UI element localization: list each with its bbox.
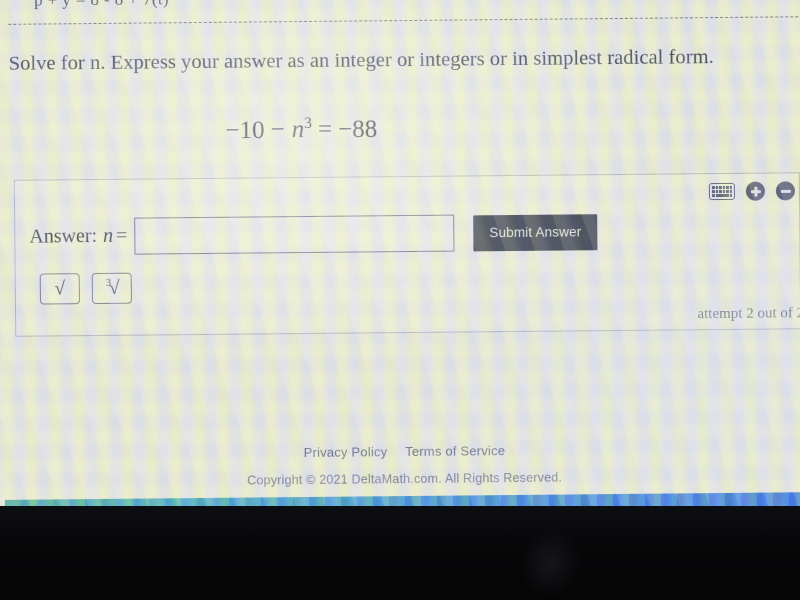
spacebar-key — [715, 193, 729, 198]
cut-off-text-top: p + y = 8 - 8 + 7(t) — [34, 0, 169, 11]
equation-variable: n — [291, 116, 305, 144]
monitor-screen: p + y = 8 - 8 + 7(t) Solve for n. Expres… — [0, 0, 800, 514]
key — [725, 185, 729, 189]
answer-panel: Answer: n = Submit Answer √ 3 √ attempt 2 o… — [13, 172, 800, 337]
cube-root-index: 3 — [106, 277, 112, 289]
key — [711, 194, 715, 198]
key — [711, 186, 715, 190]
equation-equals: = — [317, 116, 333, 144]
zoom-in-icon[interactable] — [745, 181, 766, 201]
key — [729, 189, 732, 193]
answer-equals: = — [115, 224, 128, 247]
bezel-reflection — [513, 522, 587, 600]
photograph-of-screen: p + y = 8 - 8 + 7(t) Solve for n. Expres… — [0, 0, 800, 600]
equation-operator: − — [270, 116, 285, 144]
equation-display: −10− n3 = −88 — [1, 112, 601, 147]
keyboard-icon[interactable] — [708, 182, 736, 201]
equation-exponent: 3 — [304, 114, 312, 133]
square-root-button[interactable]: √ — [39, 273, 80, 305]
attempt-counter: attempt 2 out of 2 — [697, 305, 800, 323]
key — [729, 185, 732, 189]
key — [715, 190, 718, 194]
key — [722, 189, 725, 193]
privacy-policy-link[interactable]: Privacy Policy — [304, 444, 388, 460]
key — [722, 185, 725, 189]
radical-button-row: √ 3 √ — [39, 272, 132, 305]
equation-lhs-number: −10 — [225, 116, 265, 145]
answer-label: Answer: n = — [29, 225, 127, 249]
square-root-glyph: √ — [54, 278, 66, 300]
dashed-divider — [8, 16, 799, 25]
key — [718, 190, 722, 194]
key — [729, 193, 732, 197]
answer-label-text: Answer: — [29, 225, 98, 248]
deltamath-page: p + y = 8 - 8 + 7(t) Solve for n. Expres… — [0, 0, 800, 514]
zoom-out-icon[interactable] — [775, 181, 796, 201]
cube-root-button[interactable]: 3 √ — [91, 272, 132, 305]
submit-answer-button[interactable]: Submit Answer — [473, 213, 598, 251]
problem-prompt: Solve for n. Express your answer as an i… — [9, 45, 714, 77]
answer-input[interactable] — [134, 214, 455, 255]
monitor-bezel — [0, 506, 800, 600]
answer-variable: n — [102, 224, 114, 247]
prompt-text: Solve for n. Express your answer as an i… — [8, 46, 714, 75]
answer-row: Answer: n = Submit Answer — [29, 213, 598, 255]
key — [725, 189, 729, 193]
footer-copyright: Copyright © 2021 DeltaMath.com. All Righ… — [247, 470, 563, 488]
key — [711, 190, 715, 194]
terms-of-service-link[interactable]: Terms of Service — [405, 443, 505, 459]
key — [718, 186, 722, 190]
panel-toolbar — [708, 181, 796, 201]
equation-rhs: −88 — [337, 115, 378, 144]
page-footer: Privacy Policy Terms of Service Copyrigh… — [4, 440, 800, 490]
key — [715, 186, 718, 190]
footer-links: Privacy Policy Terms of Service — [4, 440, 800, 463]
